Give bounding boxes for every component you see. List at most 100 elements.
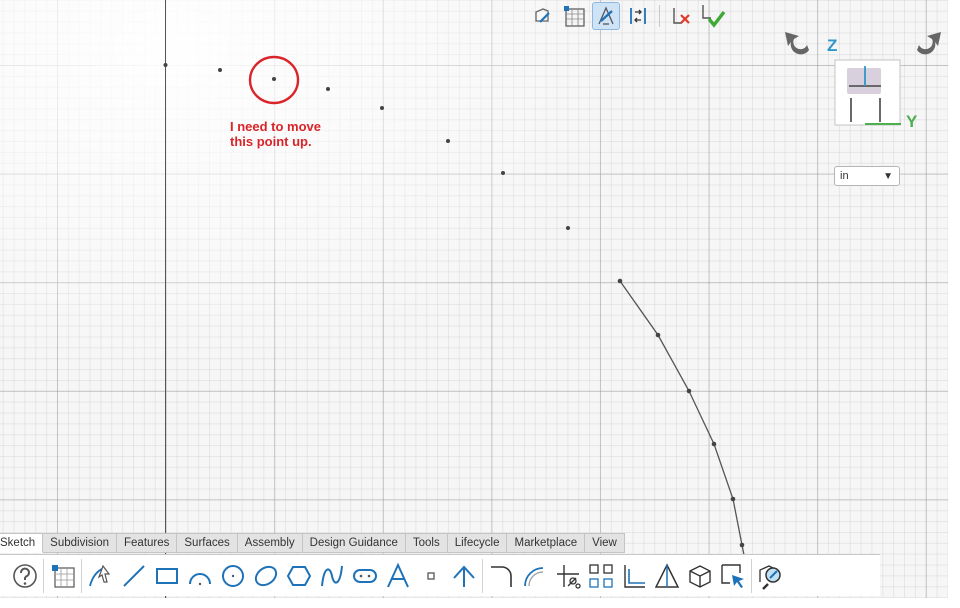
inspect-tool[interactable] [754,559,787,593]
slot-tool[interactable] [348,559,381,593]
inspect-icon [758,564,781,590]
finish-sketch-button[interactable] [699,2,727,30]
spline-point [739,542,745,548]
text-tool[interactable] [381,559,414,593]
tab-features[interactable]: Features [117,533,178,553]
chevron-down-icon: ▼ [883,170,893,182]
text-icon [386,562,409,587]
toolbar-separator [482,558,483,593]
ellipse-tool[interactable] [249,559,282,593]
ellipse-icon [254,565,277,586]
tab-assembly[interactable]: Assembly [237,533,303,553]
axis-z-label: Z [827,36,838,55]
sketch-point [326,87,330,91]
rotate-right-icon[interactable] [917,32,941,55]
line-tool[interactable] [117,559,150,593]
tab-design-guidance[interactable]: Design Guidance [302,533,406,553]
dimension-icon [654,562,679,588]
units-dropdown[interactable]: in ▼ [834,166,900,186]
toolbar-separator [659,5,660,27]
spline-icon [88,564,110,586]
window-edge-bottom [0,598,960,608]
sketch-grid-icon [564,6,585,27]
sketch-point [566,226,570,230]
rotate-left-icon[interactable] [785,32,809,55]
axis-y-label: Y [906,112,918,131]
spline-point [655,332,661,338]
project-icon [623,564,645,588]
tab-surfaces[interactable]: Surfaces [177,533,238,553]
box-tool[interactable] [683,559,716,593]
sketch-spline[interactable] [619,280,746,561]
line-icon [122,564,145,587]
toolbar-separator [751,558,752,593]
sketch-points[interactable] [163,63,571,230]
units-value: in [840,170,849,182]
tab-subdivision[interactable]: Subdivision [43,533,117,553]
fillet-icon [490,565,512,587]
fillet-tool[interactable] [485,559,518,593]
mirror-tool[interactable] [584,559,617,593]
mirror-icon [588,563,613,588]
cancel-sketch-icon [673,8,690,24]
cube-face-shading [847,68,881,94]
circle-icon [221,564,244,587]
arc-tool[interactable] [183,559,216,593]
spline-point [730,496,736,502]
sketch-point-target [272,77,276,81]
construction-tool[interactable] [447,559,480,593]
polygon-icon [286,565,311,586]
slot-icon [352,568,377,583]
point-tool[interactable] [414,559,447,593]
tab-view[interactable]: View [585,533,625,553]
sketch-point [218,68,222,72]
offset-tool[interactable] [518,559,551,593]
point-icon [426,571,435,580]
rectangle-tool[interactable] [150,559,183,593]
tab-sketch[interactable]: Sketch [0,533,44,553]
curve-tool[interactable] [315,559,348,593]
window-edge [948,0,960,608]
polygon-tool[interactable] [282,559,315,593]
dimension-tool[interactable] [650,559,683,593]
snap-button[interactable] [592,2,620,30]
help-icon [12,563,37,588]
tab-marketplace[interactable]: Marketplace [507,533,586,553]
constraint-button[interactable] [624,2,652,30]
offset-icon [523,566,543,586]
tab-tools[interactable]: Tools [405,533,448,553]
view-cube[interactable]: Z Y [783,26,943,136]
project-tool[interactable] [617,559,650,593]
annotation-text: I need to move this point up. [230,119,322,149]
arc-icon [188,572,211,585]
spline-point [617,278,623,284]
sketch-grid-button[interactable] [560,2,588,30]
toolbar-separator [81,558,82,593]
finish-sketch-icon [702,5,726,28]
spline-tool[interactable] [84,559,117,593]
sketch-grid-icon [51,564,75,588]
help-button[interactable] [8,559,41,593]
sketch-point [446,139,450,143]
sketch-point [163,63,168,67]
sketch-grid-tool[interactable] [46,559,79,593]
constraint-icon [630,8,646,24]
sketch-edit-button[interactable] [528,2,556,30]
sketch-canvas[interactable]: I need to move this point up. Z Y in ▼ S… [0,0,948,598]
sketch-top-toolbar [528,0,727,32]
spline-point [711,441,717,447]
circle-tool[interactable] [216,559,249,593]
ribbon-tabs: Sketch Subdivision Features Surfaces Ass… [0,533,625,554]
move-tool[interactable] [716,559,749,593]
trim-icon [556,564,581,589]
sketch-point [501,171,505,175]
box-icon [688,564,711,588]
tab-lifecycle[interactable]: Lifecycle [447,533,508,553]
rectangle-icon [155,567,178,584]
cancel-sketch-button[interactable] [667,2,695,30]
spline-point [686,388,692,394]
spline-points[interactable] [617,278,745,548]
sketch-ribbon-toolbar [0,554,880,596]
trim-tool[interactable] [551,559,584,593]
move-icon [720,563,744,588]
